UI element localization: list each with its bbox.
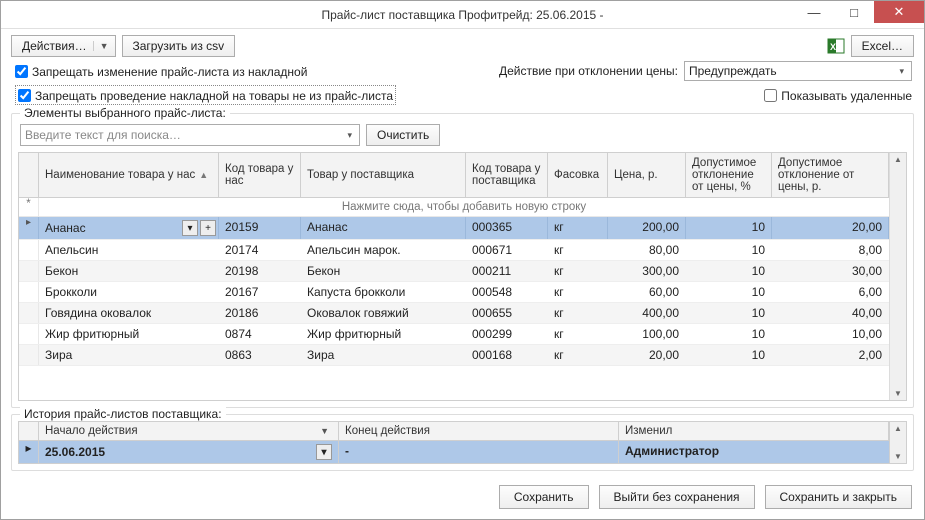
history-scrollbar[interactable]: ▲ ▼ bbox=[890, 421, 907, 464]
table-row[interactable]: Говядина оковалок20186Оковалок говяжий00… bbox=[19, 303, 889, 324]
col-supplier-code[interactable]: Код товара у поставщика bbox=[466, 153, 548, 197]
scroll-up-icon: ▲ bbox=[892, 153, 904, 166]
sort-asc-icon: ▲ bbox=[199, 170, 208, 180]
forbid-change-checkbox[interactable]: Запрещать изменение прайс-листа из накла… bbox=[15, 63, 307, 79]
col-price[interactable]: Цена, р. bbox=[608, 153, 686, 197]
footer: Сохранить Выйти без сохранения Сохранить… bbox=[1, 477, 924, 519]
forbid-accept-checkbox[interactable]: Запрещать проведение накладной на товары… bbox=[15, 85, 396, 105]
close-button[interactable]: ✕ bbox=[874, 1, 924, 23]
price-grid: Наименование товара у нас▲ Код товара у … bbox=[18, 152, 907, 401]
chevron-down-icon[interactable]: ▾ bbox=[182, 220, 198, 236]
titlebar: Прайс-лист поставщика Профитрейд: 25.06.… bbox=[1, 1, 924, 29]
show-deleted-checkbox[interactable]: Показывать удаленные bbox=[764, 87, 912, 103]
clear-button[interactable]: Очистить bbox=[366, 124, 440, 146]
col-history-start[interactable]: Начало действия▼ bbox=[39, 422, 339, 440]
save-close-button[interactable]: Сохранить и закрыть bbox=[765, 485, 912, 509]
chevron-down-icon: ▾ bbox=[344, 130, 355, 141]
table-row[interactable]: Бекон20198Бекон000211кг300,001030,00 bbox=[19, 261, 889, 282]
scroll-down-icon: ▼ bbox=[892, 450, 904, 463]
window-controls: — □ ✕ bbox=[794, 1, 924, 23]
scroll-up-icon: ▲ bbox=[892, 422, 904, 435]
history-grid: Начало действия▼ Конец действия Изменил … bbox=[18, 421, 890, 464]
options-row-1: Запрещать изменение прайс-листа из накла… bbox=[1, 59, 924, 83]
plus-icon[interactable]: + bbox=[200, 220, 216, 236]
elements-legend: Элементы выбранного прайс-листа: bbox=[20, 106, 230, 120]
grid-headers: Наименование товара у нас▲ Код товара у … bbox=[19, 153, 889, 198]
excel-icon: X bbox=[827, 37, 845, 55]
elements-fieldset: Элементы выбранного прайс-листа: Введите… bbox=[11, 113, 914, 408]
col-history-changed[interactable]: Изменил bbox=[619, 422, 889, 440]
actions-label: Действия… bbox=[22, 39, 87, 53]
options-row-2: Запрещать проведение накладной на товары… bbox=[1, 83, 924, 107]
deviation-action-select[interactable]: Предупреждать ▾ bbox=[684, 61, 912, 81]
exit-button[interactable]: Выйти без сохранения bbox=[599, 485, 755, 509]
search-row: Введите текст для поиска… ▾ Очистить bbox=[18, 120, 907, 152]
vertical-scrollbar[interactable]: ▲ ▼ bbox=[889, 153, 906, 400]
chevron-down-icon: ▼ bbox=[93, 41, 109, 51]
col-our-code[interactable]: Код товара у нас bbox=[219, 153, 301, 197]
scroll-down-icon: ▼ bbox=[892, 387, 904, 400]
history-row[interactable]: ▸ 25.06.2015▾ - Администратор bbox=[19, 441, 889, 463]
table-row[interactable]: Брокколи20167Капуста брокколи000548кг60,… bbox=[19, 282, 889, 303]
window-title: Прайс-лист поставщика Профитрейд: 25.06.… bbox=[321, 8, 603, 22]
actions-button[interactable]: Действия… ▼ bbox=[11, 35, 116, 57]
history-fieldset: История прайс-листов поставщика: Начало … bbox=[11, 414, 914, 471]
new-row[interactable]: * Нажмите сюда, чтобы добавить новую стр… bbox=[19, 198, 889, 217]
chevron-down-icon: ▾ bbox=[896, 66, 907, 77]
history-legend: История прайс-листов поставщика: bbox=[20, 407, 226, 421]
chevron-down-icon[interactable]: ▾ bbox=[316, 444, 332, 460]
grid-rows: ▸Ананас▾+20159Ананас000365кг200,001020,0… bbox=[19, 217, 889, 400]
header-stub bbox=[19, 153, 39, 197]
col-name[interactable]: Наименование товара у нас▲ bbox=[39, 153, 219, 197]
deviation-action-label: Действие при отклонении цены: bbox=[499, 64, 678, 78]
search-input[interactable]: Введите текст для поиска… ▾ bbox=[20, 124, 360, 146]
load-csv-button[interactable]: Загрузить из csv bbox=[122, 35, 236, 57]
maximize-button[interactable]: □ bbox=[834, 1, 874, 23]
col-supplier-name[interactable]: Товар у поставщика bbox=[301, 153, 466, 197]
table-row[interactable]: Апельсин20174Апельсин марок.000671кг80,0… bbox=[19, 240, 889, 261]
excel-button[interactable]: Excel… bbox=[851, 35, 914, 57]
col-history-end[interactable]: Конец действия bbox=[339, 422, 619, 440]
window: Прайс-лист поставщика Профитрейд: 25.06.… bbox=[0, 0, 925, 520]
table-row[interactable]: Жир фритюрный0874Жир фритюрный000299кг10… bbox=[19, 324, 889, 345]
col-dev-rub[interactable]: Допустимое отклонение от цены, р. bbox=[772, 153, 889, 197]
save-button[interactable]: Сохранить bbox=[499, 485, 589, 509]
svg-text:X: X bbox=[830, 42, 836, 52]
table-row[interactable]: Зира0863Зира000168кг20,00102,00 bbox=[19, 345, 889, 366]
col-pack[interactable]: Фасовка bbox=[548, 153, 608, 197]
toolbar: Действия… ▼ Загрузить из csv X Excel… bbox=[1, 29, 924, 59]
col-dev-pct[interactable]: Допустимое отклонение от цены, % bbox=[686, 153, 772, 197]
chevron-down-icon: ▼ bbox=[317, 426, 332, 436]
minimize-button[interactable]: — bbox=[794, 1, 834, 23]
table-row[interactable]: ▸Ананас▾+20159Ананас000365кг200,001020,0… bbox=[19, 217, 889, 240]
